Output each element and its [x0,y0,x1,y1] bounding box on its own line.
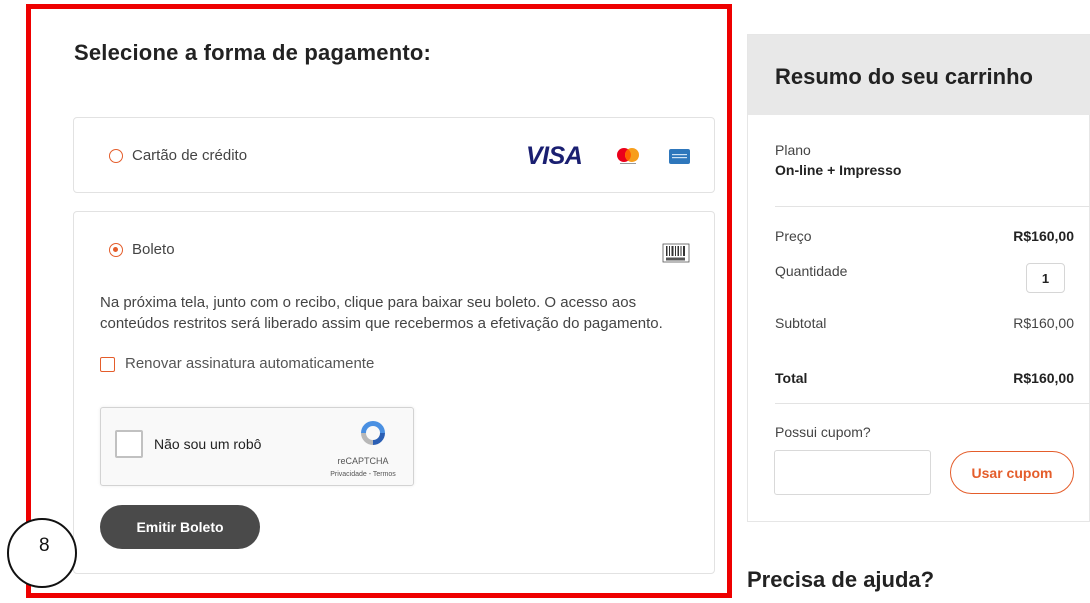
visa-icon: VISA [526,142,583,170]
renew-label: Renovar assinatura automaticamente [125,355,375,372]
coupon-input[interactable] [774,450,931,495]
help-title: Precisa de ajuda? [747,567,935,592]
recaptcha-label: Não sou um robô [154,436,262,452]
boleto-description: Na próxima tela, junto com o recibo, cli… [100,294,663,332]
price-label: Preço [775,228,812,244]
use-coupon-button[interactable]: Usar cupom [950,451,1074,494]
plan-label: Plano [775,142,811,158]
credit-card-label: Cartão de crédito [132,147,248,164]
subtotal-value: R$160,00 [1013,315,1074,331]
amex-icon [669,149,690,164]
boleto-label: Boleto [132,241,175,258]
plan-value: On-line + Impresso [775,162,902,178]
step-badge: 8 [7,518,77,588]
mastercard-icon [617,148,639,164]
cart-summary-title: Resumo do seu carrinho [775,64,1033,89]
cart-summary: Resumo do seu carrinho Plano On-line + I… [747,34,1090,522]
barcode-icon [662,243,690,263]
credit-card-radio[interactable] [109,149,123,163]
recaptcha-checkbox[interactable] [115,430,143,458]
recaptcha-links[interactable]: Privacidade - Termos [317,471,409,478]
divider [775,206,1090,207]
boleto-option[interactable]: Boleto Na próxima tela, junto com o reci… [73,211,715,574]
subtotal-label: Subtotal [775,315,827,331]
total-label: Total [775,370,808,386]
recaptcha-widget: Não sou um robô reCAPTCHA Privacidade - … [100,407,414,486]
divider [775,403,1090,404]
boleto-radio[interactable] [109,243,123,257]
payment-title: Selecione a forma de pagamento: [74,40,432,65]
quantity-label: Quantidade [775,263,848,279]
price-value: R$160,00 [1013,228,1074,244]
cart-summary-header: Resumo do seu carrinho [748,35,1090,115]
quantity-input[interactable]: 1 [1026,263,1065,293]
step-badge-number: 8 [39,535,50,556]
coupon-label: Possui cupom? [775,424,871,440]
recaptcha-icon [361,421,385,445]
total-value: R$160,00 [1013,370,1074,386]
renew-checkbox[interactable] [100,357,115,372]
recaptcha-brand: reCAPTCHA [337,456,389,466]
credit-card-option[interactable]: Cartão de crédito VISA [73,117,715,193]
emit-boleto-button[interactable]: Emitir Boleto [100,505,260,549]
